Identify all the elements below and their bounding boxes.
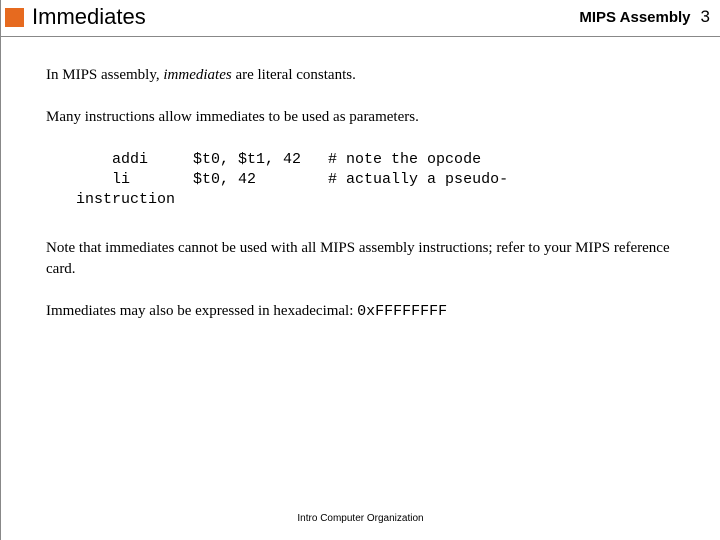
page-number: 3 xyxy=(701,7,710,27)
paragraph-3: Note that immediates cannot be used with… xyxy=(46,238,680,279)
bullet-icon xyxy=(5,8,24,27)
code-block: addi $t0, $t1, 42 # note the opcode li $… xyxy=(76,150,680,211)
slide-subject: MIPS Assembly xyxy=(579,9,690,26)
slide-title: Immediates xyxy=(32,4,579,30)
paragraph-4: Immediates may also be expressed in hexa… xyxy=(46,301,680,322)
text: Immediates may also be expressed in hexa… xyxy=(46,303,357,319)
slide: Immediates MIPS Assembly 3 In MIPS assem… xyxy=(0,0,720,540)
hex-literal: 0xFFFFFFFF xyxy=(357,303,447,320)
slide-header: Immediates MIPS Assembly 3 xyxy=(1,0,720,37)
text: are literal constants. xyxy=(232,67,356,83)
text: In MIPS assembly, xyxy=(46,67,163,83)
text-italic: immediates xyxy=(163,67,231,83)
paragraph-1: In MIPS assembly, immediates are literal… xyxy=(46,65,680,85)
slide-content: In MIPS assembly, immediates are literal… xyxy=(1,37,720,322)
slide-footer: Intro Computer Organization xyxy=(1,513,720,524)
paragraph-2: Many instructions allow immediates to be… xyxy=(46,107,680,127)
